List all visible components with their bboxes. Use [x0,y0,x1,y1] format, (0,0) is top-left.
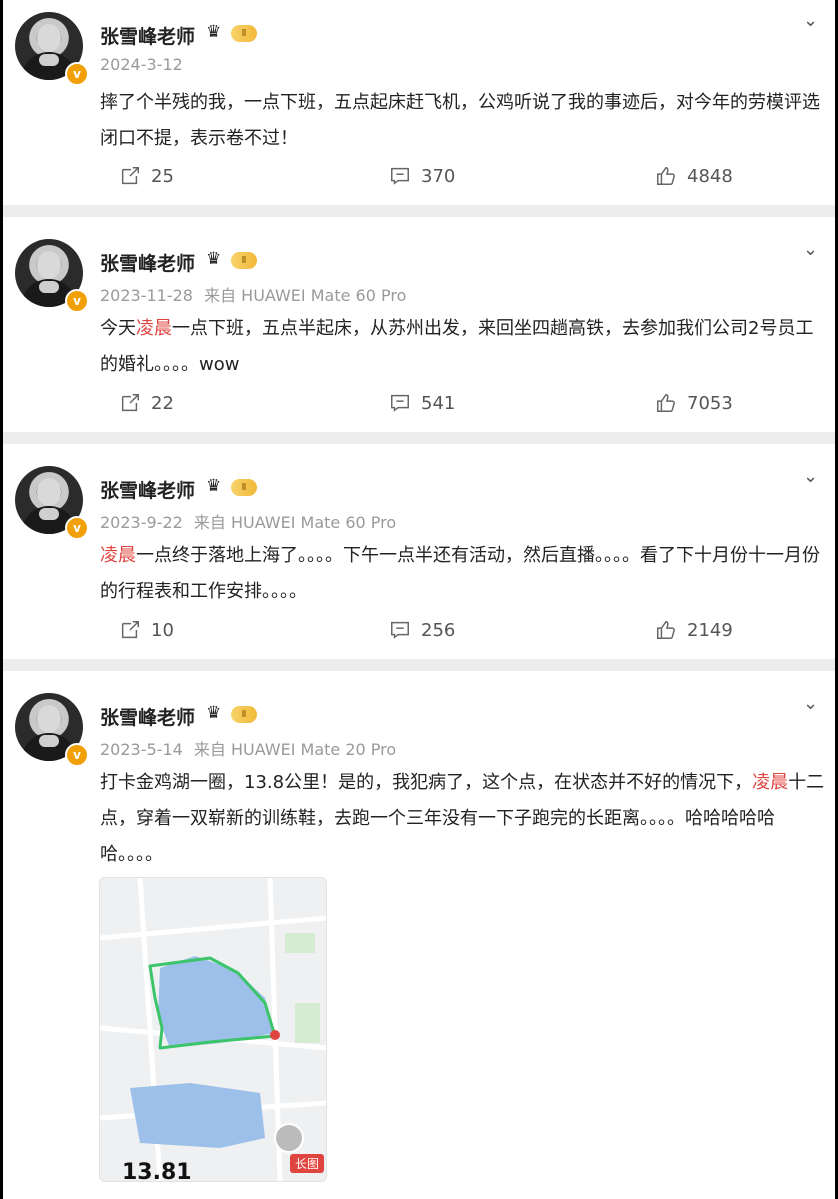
repost-button[interactable]: 10 [119,619,174,641]
vip-crown-icon: ♛ [206,249,222,269]
post-source: 来自 HUAWEI Mate 20 Pro [193,740,397,759]
post-text-segment: 摔了个半残的我，一点下班，五点起床赶飞机，公鸡听说了我的事迹后，对今年的劳模评选… [100,92,820,149]
vip-crown-icon: ♛ [206,22,222,42]
author-name[interactable]: 张雪峰老师 [100,476,195,503]
post-text-segment: 打卡金鸡湖一圈，13.8公里！是的，我犯病了，这个点，在状态并不好的情况下， [100,772,753,793]
thumbs-up-icon [657,621,675,639]
post-meta: 2023-5-14 来自 HUAWEI Mate 20 Pro [100,736,396,760]
author-name[interactable]: 张雪峰老师 [100,703,195,730]
repost-icon [121,394,139,412]
thumbs-up-icon [657,394,675,412]
post-card[interactable]: v 张雪峰老师 ♛ Ⅱ 2023-11-28 来自 HUAWEI Mate 60… [3,217,835,432]
level-badge: Ⅱ [231,479,257,496]
repost-count: 25 [151,165,174,187]
highlighted-keyword: 凌晨 [136,318,172,339]
post-date: 2023-11-28 [100,286,193,305]
comment-count: 256 [421,619,456,641]
repost-button[interactable]: 22 [119,392,174,414]
post-date: 2023-5-14 [100,740,183,759]
comment-button[interactable]: 541 [389,392,455,414]
author-name[interactable]: 张雪峰老师 [100,249,195,276]
repost-icon [121,621,139,639]
post-source: 来自 HUAWEI Mate 60 Pro [204,286,407,305]
post-text-segment: 今天 [100,318,136,339]
level-badge: Ⅱ [231,706,257,723]
vip-crown-icon: ♛ [206,476,222,496]
comment-icon [391,394,409,412]
comment-icon [391,167,409,185]
thumbs-up-icon [657,167,675,185]
like-button[interactable]: 2149 [655,619,733,641]
like-button[interactable]: 4848 [655,165,733,187]
like-count: 2149 [687,619,733,641]
post-text: 今天凌晨一点下班，五点半起床，从苏州出发，来回坐四趟高铁，去参加我们公司2号员工… [100,311,830,383]
user-thumbnail [274,1123,304,1153]
level-badge: Ⅱ [231,252,257,269]
separator [3,205,835,217]
repost-count: 22 [151,392,174,414]
separator [3,659,835,671]
repost-icon [121,167,139,185]
comment-count: 541 [421,392,456,414]
comment-button[interactable]: 256 [389,619,455,641]
level-badge: Ⅱ [231,25,257,42]
verified-icon: v [65,743,89,767]
chevron-down-icon[interactable]: ⌄ [803,10,818,31]
weibo-feed: v 张雪峰老师 ♛ Ⅱ 2024-3-12 ⌄ 摔了个半残的我，一点下班，五点起… [0,0,838,1199]
route-map-image[interactable]: 长图 13.81 [99,877,327,1182]
post-text: 打卡金鸡湖一圈，13.8公里！是的，我犯病了，这个点，在状态并不好的情况下，凌晨… [100,765,830,873]
verified-icon: v [65,516,89,540]
post-text: 凌晨一点终于落地上海了。。。。下午一点半还有活动，然后直播。。。。看了下十月份十… [100,538,830,610]
comment-count: 370 [421,165,456,187]
post-meta: 2023-9-22 来自 HUAWEI Mate 60 Pro [100,509,396,533]
like-button[interactable]: 7053 [655,392,733,414]
comment-icon [391,621,409,639]
post-card[interactable]: v 张雪峰老师 ♛ Ⅱ 2023-9-22 来自 HUAWEI Mate 60 … [3,444,835,659]
vip-crown-icon: ♛ [206,703,222,723]
repost-count: 10 [151,619,174,641]
post-card[interactable]: v 张雪峰老师 ♛ Ⅱ 2024-3-12 ⌄ 摔了个半残的我，一点下班，五点起… [3,0,835,205]
long-image-badge: 长图 [289,1154,324,1173]
chevron-down-icon[interactable]: ⌄ [803,239,818,260]
author-name[interactable]: 张雪峰老师 [100,22,195,49]
highlighted-keyword: 凌晨 [100,545,136,566]
comment-button[interactable]: 370 [389,165,455,187]
highlighted-keyword: 凌晨 [752,772,789,793]
like-count: 4848 [687,165,733,187]
post-text-segment: 一点下班，五点半起床，从苏州出发，来回坐四趟高铁，去参加我们公司2号员工的婚礼。… [100,318,814,375]
repost-button[interactable]: 25 [119,165,174,187]
post-meta: 2023-11-28 来自 HUAWEI Mate 60 Pro [100,282,406,306]
chevron-down-icon[interactable]: ⌄ [803,693,818,714]
post-text-segment: 一点终于落地上海了。。。。下午一点半还有活动，然后直播。。。。看了下十月份十一月… [100,545,820,602]
verified-icon: v [65,62,89,86]
verified-icon: v [65,289,89,313]
like-count: 7053 [687,392,733,414]
post-date: 2024-3-12 [100,55,183,74]
post-text: 摔了个半残的我，一点下班，五点起床赶飞机，公鸡听说了我的事迹后，对今年的劳模评选… [100,85,830,157]
post-source: 来自 HUAWEI Mate 60 Pro [193,513,397,532]
chevron-down-icon[interactable]: ⌄ [803,466,818,487]
separator [3,432,835,444]
post-date: 2023-9-22 [100,513,183,532]
distance-readout: 13.81 [122,1160,192,1182]
